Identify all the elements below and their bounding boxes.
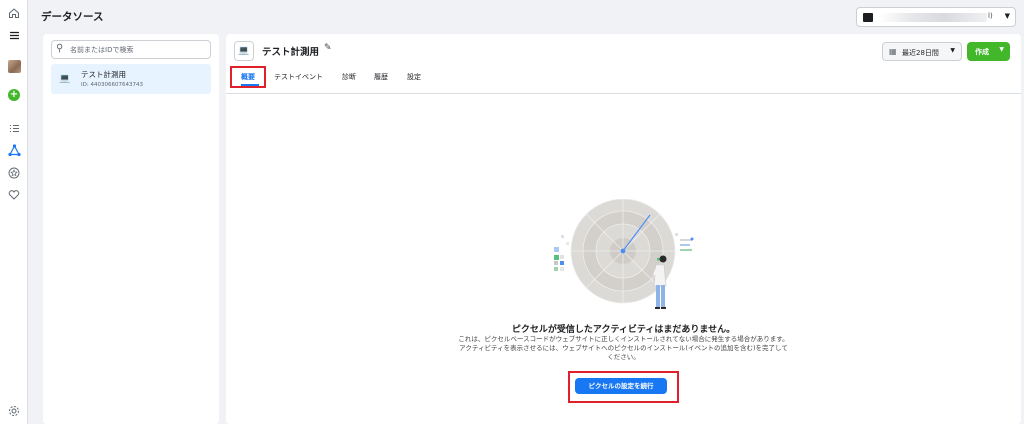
- annotation-highlight-button: [568, 371, 679, 403]
- laptop-icon: 💻: [234, 41, 254, 61]
- nav-rail: +: [0, 0, 28, 424]
- account-selector[interactable]: l) ▼: [856, 7, 1016, 27]
- pixel-id: ID: 440306607643743: [81, 82, 143, 88]
- calendar-icon: ▦: [889, 47, 897, 56]
- empty-state-description: これは、ピクセルベースコードがウェブサイトに正しくインストールされてない場合に発…: [421, 335, 826, 362]
- settings-icon[interactable]: [5, 402, 23, 420]
- pixel-title: テスト計測用: [262, 47, 320, 58]
- tab-history[interactable]: 履歴: [374, 72, 388, 82]
- divider: [226, 93, 1021, 94]
- search-input[interactable]: [70, 44, 206, 56]
- tab-settings[interactable]: 設定: [407, 72, 421, 82]
- account-icon: [863, 13, 873, 22]
- pixel-list-item[interactable]: 💻 テスト計測用 ID: 440306607643743: [51, 64, 211, 94]
- chevron-down-icon: ▼: [1004, 12, 1010, 20]
- top-bar: データソース l) ▼: [29, 0, 1024, 32]
- plus-icon[interactable]: +: [8, 89, 20, 101]
- empty-state-desc-line: ください。: [607, 353, 640, 361]
- tab-diagnostics[interactable]: 診断: [342, 72, 356, 82]
- avatar[interactable]: [8, 60, 21, 73]
- pixel-name: テスト計測用: [81, 70, 126, 79]
- search-icon: ⚲: [56, 43, 64, 54]
- date-range-button[interactable]: ▦ 最近28日間 ▼: [882, 42, 962, 61]
- pixel-list-panel: ⚲ 💻 テスト計測用 ID: 440306607643743: [43, 34, 219, 424]
- pencil-icon[interactable]: ✎: [324, 43, 332, 53]
- data-sources-icon[interactable]: [5, 141, 23, 159]
- create-button[interactable]: 作成 ▼: [967, 42, 1010, 61]
- account-name-redacted: [879, 13, 987, 22]
- date-range-label: 最近28日間: [902, 49, 939, 57]
- laptop-icon: 💻: [59, 74, 71, 84]
- page-title: データソース: [41, 11, 104, 23]
- account-suffix: l): [988, 12, 993, 20]
- tab-test-events[interactable]: テストイベント: [274, 72, 323, 82]
- main-panel: 💻 テスト計測用 ✎ ▦ 最近28日間 ▼ 作成 ▼ 概要 テストイベント 診断…: [226, 34, 1021, 424]
- home-icon[interactable]: [5, 4, 23, 22]
- create-label: 作成: [975, 48, 989, 56]
- annotation-highlight-tab: [230, 66, 266, 88]
- heart-icon[interactable]: [5, 186, 23, 204]
- search-box[interactable]: ⚲: [51, 40, 211, 59]
- menu-icon[interactable]: [5, 26, 23, 44]
- chevron-down-icon: ▼: [999, 46, 1004, 53]
- empty-state-title: ピクセルが受信したアクティビティはまだありません。: [511, 325, 736, 335]
- chevron-down-icon: ▼: [950, 47, 955, 54]
- empty-state-desc-line: これは、ピクセルベースコードがウェブサイトに正しくインストールされてない場合に発…: [458, 335, 789, 343]
- star-icon[interactable]: [5, 164, 23, 182]
- list-icon[interactable]: [5, 119, 23, 137]
- radar-illustration: [554, 199, 694, 309]
- empty-state-desc-line: アクティビティを表示させるには、ウェブサイトへのピクセルのインストール(イベント…: [459, 344, 788, 352]
